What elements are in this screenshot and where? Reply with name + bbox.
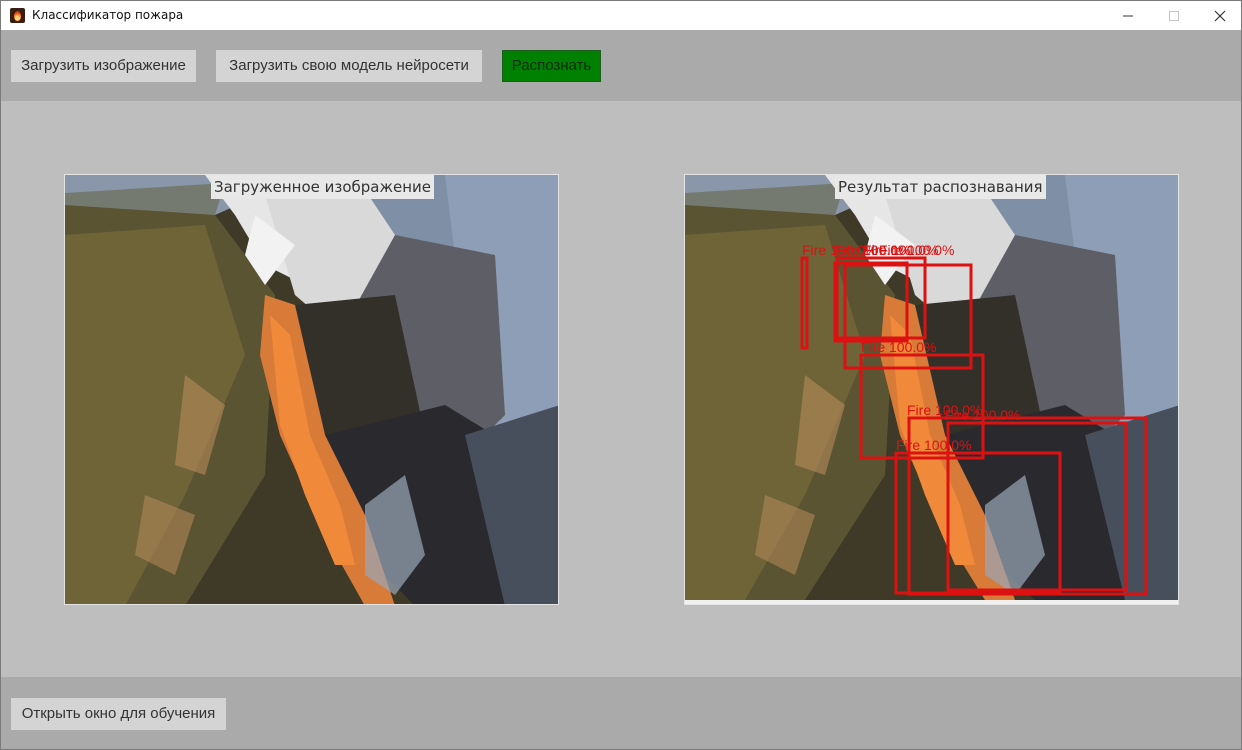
source-image xyxy=(65,175,558,604)
app-window: Классификатор пожара Загрузить изображен… xyxy=(0,0,1242,750)
result-bottom-strip xyxy=(685,600,1178,604)
recognize-button[interactable]: Распознать xyxy=(502,50,601,82)
result-image: Fire 100.0%Fire 100.0%Fire 100.0%Fire 10… xyxy=(685,175,1178,600)
load-image-button[interactable]: Загрузить изображение xyxy=(11,50,196,82)
detection-label: Fire 100.0% xyxy=(879,242,954,258)
detection-label: Fire 100.0% xyxy=(896,437,971,453)
title-bar: Классификатор пожара xyxy=(1,1,1241,30)
source-image-caption: Загруженное изображение xyxy=(211,175,435,199)
detection-label: Fire 100.0% xyxy=(945,407,1020,423)
bottom-toolbar: Открыть окно для обучения xyxy=(1,677,1241,749)
open-training-window-button[interactable]: Открыть окно для обучения xyxy=(11,698,226,730)
fire-icon xyxy=(10,8,25,23)
maximize-icon xyxy=(1168,11,1179,21)
result-image-caption: Результат распознавания xyxy=(835,175,1046,199)
minimize-button[interactable] xyxy=(1105,1,1150,30)
load-model-button[interactable]: Загрузить свою модель нейросети xyxy=(216,50,482,82)
top-toolbar: Загрузить изображение Загрузить свою мод… xyxy=(1,30,1241,101)
close-button[interactable] xyxy=(1197,1,1241,30)
close-icon xyxy=(1214,10,1225,22)
window-title: Классификатор пожара xyxy=(32,8,184,22)
maximize-button[interactable] xyxy=(1151,1,1196,30)
source-image-panel: Загруженное изображение xyxy=(64,174,559,605)
minimize-icon xyxy=(1122,15,1133,17)
result-image-panel: Fire 100.0% Fire 100.0% Fire 100.0% Fire 10… xyxy=(684,174,1179,605)
